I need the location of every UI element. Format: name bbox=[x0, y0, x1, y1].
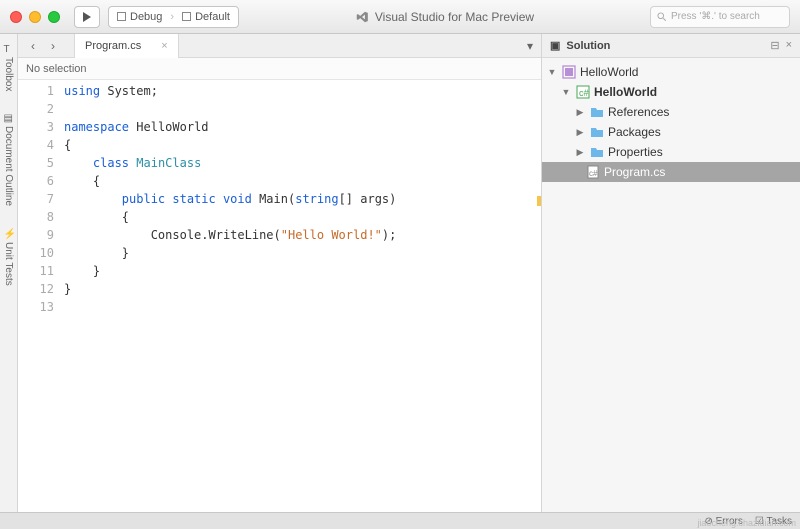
panel-autohide-button[interactable]: ⊟ bbox=[770, 39, 779, 52]
collapse-icon[interactable]: ▼ bbox=[560, 87, 572, 97]
tree-folder-packages[interactable]: ▶ Packages bbox=[542, 122, 800, 142]
expand-icon[interactable]: ▶ bbox=[574, 127, 586, 138]
rail-outline-label: Document Outline bbox=[3, 126, 14, 206]
play-icon bbox=[82, 12, 92, 22]
solution-title: Solution bbox=[566, 40, 610, 52]
rail-toolbox[interactable]: T Toolbox bbox=[2, 40, 15, 95]
tree-folder-properties[interactable]: ▶ Properties bbox=[542, 142, 800, 162]
left-tool-rail: T Toolbox ▤ Document Outline ⚡ Unit Test… bbox=[0, 34, 18, 512]
folder-icon bbox=[590, 105, 604, 119]
collapse-icon[interactable]: ▼ bbox=[546, 67, 558, 77]
solution-icon: ▣ bbox=[550, 39, 560, 52]
titlebar: Debug › Default Visual Studio for Mac Pr… bbox=[0, 0, 800, 34]
close-window-button[interactable] bbox=[10, 11, 22, 23]
config-icon bbox=[117, 12, 126, 21]
csharp-file-icon: c# bbox=[586, 165, 600, 179]
tree-folder-label: References bbox=[608, 105, 669, 119]
search-placeholder: Press '⌘.' to search bbox=[671, 11, 760, 22]
tree-file-label: Program.cs bbox=[604, 165, 665, 179]
unit-tests-icon: ⚡ bbox=[4, 229, 14, 239]
editor-pane: ‹ › Program.cs × ▾ No selection 1 2 3 4 … bbox=[18, 34, 542, 512]
run-button[interactable] bbox=[74, 6, 100, 28]
status-bar: ⊘ Errors ☑ Tasks bbox=[0, 512, 800, 529]
tab-program-cs[interactable]: Program.cs × bbox=[74, 34, 179, 58]
tree-folder-label: Properties bbox=[608, 145, 663, 159]
tree-file-program-cs[interactable]: c# Program.cs bbox=[542, 162, 800, 182]
chevron-right-icon: › bbox=[51, 39, 55, 53]
solution-panel-header: ▣ Solution ⊟ × bbox=[542, 34, 800, 58]
document-outline-icon: ▤ bbox=[4, 113, 14, 123]
chevron-down-icon: ▾ bbox=[527, 39, 533, 53]
folder-icon bbox=[590, 125, 604, 139]
code-editor[interactable]: 1 2 3 4 5 6 7 8 9 10 11 12 13 using Syst… bbox=[18, 80, 541, 512]
nav-back-button[interactable]: ‹ bbox=[24, 37, 42, 55]
svg-text:c#: c# bbox=[589, 169, 598, 178]
breadcrumb-text: No selection bbox=[26, 63, 87, 75]
search-input[interactable]: Press '⌘.' to search bbox=[650, 6, 790, 28]
warning-marker[interactable] bbox=[537, 196, 541, 206]
solution-file-icon bbox=[562, 65, 576, 79]
rail-unit-tests[interactable]: ⚡ Unit Tests bbox=[2, 225, 15, 290]
panel-close-button[interactable]: × bbox=[786, 39, 792, 52]
maximize-window-button[interactable] bbox=[48, 11, 60, 23]
expand-icon[interactable]: ▶ bbox=[574, 107, 586, 118]
rail-toolbox-label: Toolbox bbox=[3, 57, 14, 91]
tab-close-button[interactable]: × bbox=[161, 40, 167, 52]
code-content[interactable]: using System; namespace HelloWorld { cla… bbox=[64, 80, 541, 512]
csharp-project-icon: c# bbox=[576, 85, 590, 99]
minimize-window-button[interactable] bbox=[29, 11, 41, 23]
toolbox-icon: T bbox=[4, 44, 14, 54]
tree-project[interactable]: ▼ c# HelloWorld bbox=[542, 82, 800, 102]
rail-document-outline[interactable]: ▤ Document Outline bbox=[2, 109, 15, 210]
folder-icon bbox=[590, 145, 604, 159]
config-debug-label: Debug bbox=[130, 11, 162, 23]
solution-tree[interactable]: ▼ HelloWorld ▼ c# HelloWorld ▶ Reference… bbox=[542, 58, 800, 512]
tree-project-label: HelloWorld bbox=[594, 85, 657, 99]
editor-tab-strip: ‹ › Program.cs × ▾ bbox=[18, 34, 541, 58]
rail-tests-label: Unit Tests bbox=[3, 242, 14, 286]
search-icon bbox=[657, 12, 667, 22]
watermark: jiaocheng.chazidian.com bbox=[697, 518, 796, 528]
solution-panel: ▣ Solution ⊟ × ▼ HelloWorld ▼ c# HelloWo… bbox=[542, 34, 800, 512]
app-title: Visual Studio for Mac Preview bbox=[355, 10, 534, 24]
expand-icon[interactable]: ▶ bbox=[574, 147, 586, 158]
target-icon bbox=[182, 12, 191, 21]
tree-folder-references[interactable]: ▶ References bbox=[542, 102, 800, 122]
app-title-text: Visual Studio for Mac Preview bbox=[375, 10, 534, 24]
visual-studio-icon bbox=[355, 10, 369, 24]
nav-forward-button[interactable]: › bbox=[44, 37, 62, 55]
tree-folder-label: Packages bbox=[608, 125, 661, 139]
config-target-label: Default bbox=[195, 11, 230, 23]
run-config-selector[interactable]: Debug › Default bbox=[108, 6, 239, 28]
svg-text:c#: c# bbox=[579, 88, 589, 98]
tree-root-label: HelloWorld bbox=[580, 65, 638, 79]
tree-solution-root[interactable]: ▼ HelloWorld bbox=[542, 62, 800, 82]
window-controls bbox=[10, 11, 60, 23]
chevron-left-icon: ‹ bbox=[31, 39, 35, 53]
tab-label: Program.cs bbox=[85, 40, 141, 52]
line-number-gutter: 1 2 3 4 5 6 7 8 9 10 11 12 13 bbox=[18, 80, 64, 512]
breadcrumb[interactable]: No selection bbox=[18, 58, 541, 80]
editor-dropdown-button[interactable]: ▾ bbox=[519, 39, 541, 53]
